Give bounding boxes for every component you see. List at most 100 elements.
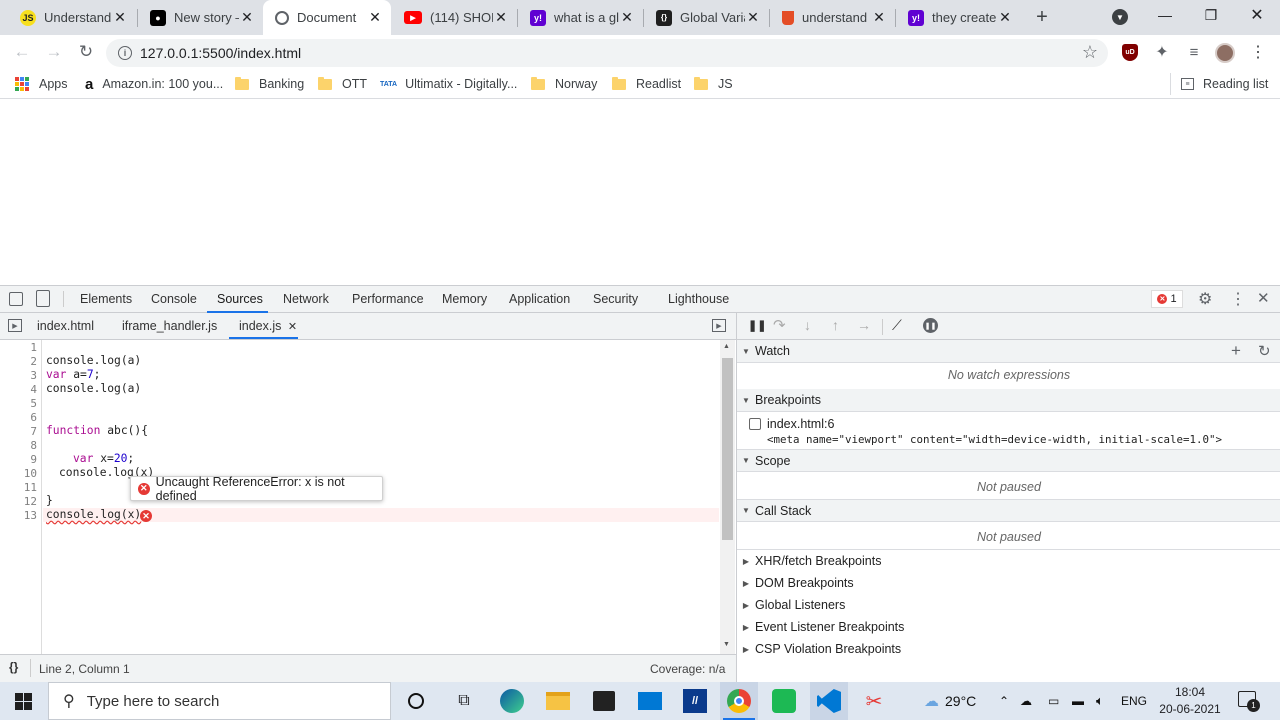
step-over-icon[interactable]: ↷ (773, 316, 786, 334)
pretty-print-icon[interactable]: {} (9, 660, 18, 674)
line-number[interactable]: 11 (24, 481, 37, 494)
address-bar[interactable]: i 127.0.0.1:5500/index.html ☆ (106, 39, 1108, 67)
editor-scrollbar[interactable]: ▲ ▼ (720, 340, 735, 654)
onedrive-icon[interactable]: ☁ (1020, 682, 1032, 720)
browser-tab[interactable]: {} Global Varia ✕ (644, 0, 769, 35)
tab-lighthouse[interactable]: Lighthouse (668, 292, 729, 306)
scope-section-header[interactable]: ▼ Scope (737, 449, 1280, 472)
task-view-icon[interactable]: ⧉ (450, 687, 478, 715)
vscode-taskbar-active[interactable] (810, 682, 848, 720)
step-into-icon[interactable]: ↓ (804, 317, 811, 333)
tab-network[interactable]: Network (283, 292, 329, 306)
dom-breakpoints-header[interactable]: ▶ DOM Breakpoints (737, 572, 1280, 594)
pause-icon[interactable]: ❚❚ (748, 319, 766, 332)
snipping-tool-icon[interactable]: ✂ (860, 687, 888, 715)
close-tab-icon[interactable]: ✕ (745, 9, 761, 26)
close-tab-icon[interactable]: ✕ (112, 9, 128, 26)
tab-console[interactable]: Console (151, 292, 197, 306)
toggle-navigator-icon[interactable]: ▶ (8, 319, 22, 332)
notifications-icon[interactable]: 1 (1238, 691, 1260, 712)
browser-tab[interactable]: y! they create ✕ (896, 0, 1021, 35)
cortana-icon[interactable] (402, 687, 430, 715)
browser-tab[interactable]: JS Understand ✕ (8, 0, 136, 35)
global-listeners-header[interactable]: ▶ Global Listeners (737, 594, 1280, 616)
line-number[interactable]: 12 (24, 495, 37, 508)
ublock-icon[interactable]: uD (1122, 44, 1138, 61)
devtools-menu-icon[interactable]: ⋮ (1230, 289, 1246, 309)
bookmark-ultimatix[interactable]: TATA Ultimatix - Digitally... (380, 76, 517, 92)
inline-error-icon[interactable]: ✕ (140, 510, 152, 522)
weather-widget[interactable]: ☁ 29°C (924, 682, 976, 720)
browser-tab[interactable]: ▶ (114) SHOR ✕ (392, 0, 517, 35)
spotify-icon[interactable] (770, 687, 798, 715)
restore-button[interactable]: ❐ (1188, 0, 1234, 30)
bookmark-apps[interactable]: Apps (15, 76, 68, 92)
close-tab-icon[interactable]: ✕ (619, 9, 635, 26)
chrome-taskbar-active[interactable] (720, 682, 758, 720)
bookmark-folder-norway[interactable]: Norway (531, 76, 597, 92)
scroll-up-arrow-icon[interactable]: ▲ (723, 343, 730, 350)
extensions-puzzle-icon[interactable]: ✦ (1150, 41, 1174, 63)
file-explorer-icon[interactable] (544, 687, 572, 715)
error-counter-badge[interactable]: ✕ 1 (1151, 290, 1183, 308)
tab-sources[interactable]: Sources (217, 292, 263, 306)
refresh-watch-icon[interactable]: ↻ (1258, 342, 1271, 360)
bookmark-folder-ott[interactable]: OTT (318, 76, 367, 92)
browser-tab[interactable]: ● New story – ✕ (138, 0, 263, 35)
browser-tab[interactable]: understand ✕ (770, 0, 895, 35)
file-tab-iframe-handler[interactable]: iframe_handler.js (122, 319, 217, 333)
minimize-button[interactable]: — (1142, 0, 1188, 30)
device-toolbar-icon[interactable] (36, 290, 50, 307)
show-hidden-icons-icon[interactable]: ⌃ (999, 682, 1009, 720)
network-icon[interactable]: ▭ (1048, 682, 1059, 720)
inspect-element-icon[interactable] (9, 292, 23, 306)
language-indicator[interactable]: ENG (1121, 682, 1147, 720)
close-tab-icon[interactable]: ✕ (367, 9, 383, 26)
bookmark-folder-banking[interactable]: Banking (235, 76, 304, 92)
breakpoints-section-header[interactable]: ▼ Breakpoints (737, 389, 1280, 412)
event-listener-breakpoints-header[interactable]: ▶ Event Listener Breakpoints (737, 616, 1280, 638)
browser-tab[interactable]: y! what is a gl ✕ (518, 0, 643, 35)
close-file-icon[interactable]: ✕ (288, 321, 297, 333)
windows-start-icon[interactable] (15, 693, 32, 710)
scrollbar-thumb[interactable] (722, 358, 733, 540)
bookmark-star-icon[interactable]: ☆ (1082, 42, 1098, 63)
line-number[interactable]: 5 (30, 397, 37, 410)
tab-performance[interactable]: Performance (352, 292, 424, 306)
call-stack-section-header[interactable]: ▼ Call Stack (737, 499, 1280, 522)
close-tab-icon[interactable]: ✕ (493, 9, 509, 26)
close-tab-icon[interactable]: ✕ (239, 9, 255, 26)
bookmark-amazon[interactable]: a Amazon.in: 100 you... (85, 76, 223, 93)
add-watch-icon[interactable]: + (1231, 341, 1241, 361)
battery-icon[interactable]: ▬ (1072, 682, 1084, 720)
line-number[interactable]: 9 (30, 453, 37, 466)
chrome-menu-icon[interactable]: ⋮ (1246, 41, 1270, 63)
line-number[interactable]: 13 (24, 509, 37, 522)
tab-memory[interactable]: Memory (442, 292, 487, 306)
tab-security[interactable]: Security (593, 292, 638, 306)
tab-elements[interactable]: Elements (80, 292, 132, 306)
bookmark-folder-js[interactable]: JS (694, 76, 733, 92)
forward-button[interactable]: → (42, 41, 66, 63)
toggle-debugger-icon[interactable]: ▶ (712, 319, 726, 332)
step-icon[interactable]: → (857, 317, 871, 333)
coverage-status[interactable]: Coverage: n/a (650, 662, 725, 676)
edge-icon[interactable] (498, 687, 526, 715)
line-number[interactable]: 1 (30, 341, 37, 354)
mail-icon[interactable] (636, 687, 664, 715)
step-out-icon[interactable]: ↑ (832, 317, 839, 333)
scroll-down-arrow-icon[interactable]: ▼ (723, 641, 730, 648)
xhr-breakpoints-header[interactable]: ▶ XHR/fetch Breakpoints (737, 550, 1280, 572)
back-button[interactable]: ← (10, 41, 34, 63)
close-tab-icon[interactable]: ✕ (997, 9, 1013, 26)
breakpoint-location[interactable]: index.html:6 (767, 417, 834, 431)
media-queue-icon[interactable]: ≡ (1182, 41, 1206, 63)
clock[interactable]: 18:04 20-06-2021 (1158, 684, 1222, 718)
line-number[interactable]: 8 (30, 439, 37, 452)
bookmark-folder-readlist[interactable]: Readlist (612, 76, 681, 92)
close-window-button[interactable]: ✕ (1234, 0, 1280, 30)
tab-application[interactable]: Application (509, 292, 570, 306)
deactivate-breakpoints-icon[interactable]: ⟋ (892, 317, 902, 334)
line-number[interactable]: 2 (30, 355, 37, 368)
line-number[interactable]: 4 (30, 383, 37, 396)
